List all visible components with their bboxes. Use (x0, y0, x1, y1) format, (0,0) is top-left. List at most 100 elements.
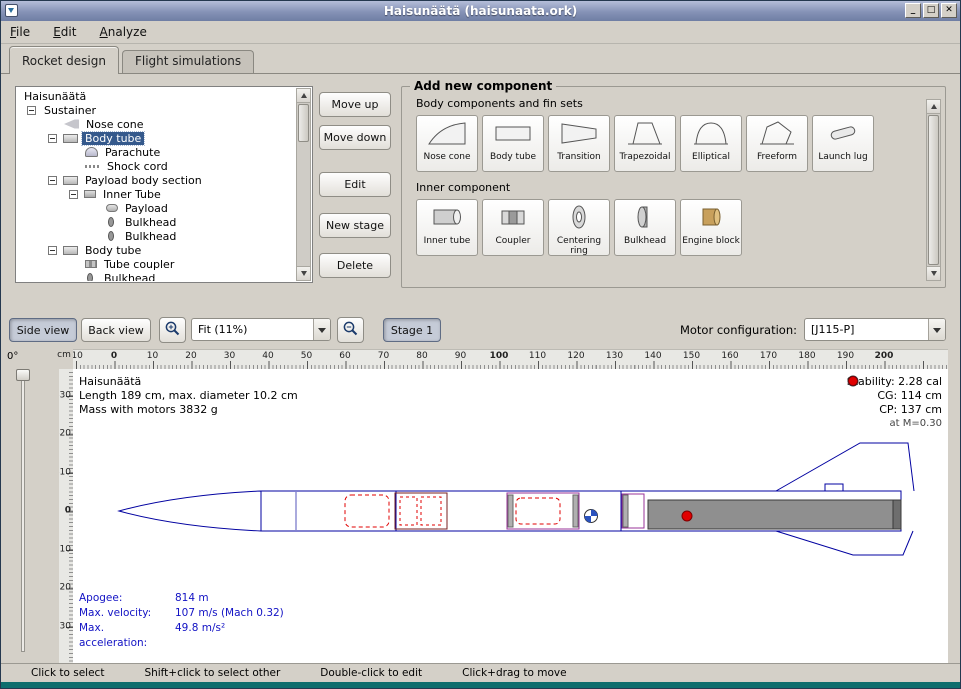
tree-item[interactable]: Tube coupler (17, 257, 296, 271)
delete-button[interactable]: Delete (319, 253, 391, 278)
performance-label: Apogee: (79, 591, 175, 606)
tree-item[interactable]: Bulkhead (17, 215, 296, 229)
inner-tube-button[interactable]: Inner tube (416, 199, 478, 256)
rotation-slider-handle[interactable] (16, 369, 30, 381)
rocket-view[interactable]: Haisunäätä Length 189 cm, max. diameter … (73, 369, 948, 663)
tree-item[interactable]: Payload body section (17, 173, 296, 187)
close-button[interactable]: ✕ (941, 3, 957, 18)
window-title: Haisunäätä (haisunaata.ork) (1, 1, 960, 21)
nose-cone-icon (64, 119, 79, 129)
window-bottom-edge (1, 682, 960, 689)
zoom-select[interactable]: Fit (11%) (191, 318, 331, 341)
mach-condition: at M=0.30 (847, 417, 942, 431)
menu-item[interactable]: Analyze (91, 21, 156, 43)
tree-item-label: Parachute (102, 146, 163, 159)
component-tree-panel: Haisunäätä Sustainer Nose cone (15, 86, 313, 283)
centering-ring-icon (559, 202, 599, 236)
chevron-down-icon[interactable] (928, 319, 945, 340)
expand-toggle-icon[interactable] (69, 190, 78, 199)
performance-row: Max. acceleration: 49.8 m/s² (79, 621, 284, 651)
scrollbar-thumb[interactable] (928, 115, 939, 265)
nose-cone-button[interactable]: Nose cone (416, 115, 478, 172)
motor-configuration-select[interactable]: [J115-P] (804, 318, 946, 341)
performance-label: Max. acceleration: (79, 621, 175, 651)
performance-value: 107 m/s (Mach 0.32) (175, 606, 284, 621)
rotation-slider[interactable] (21, 371, 25, 652)
stability-value: Stability: 2.28 cal (847, 375, 942, 389)
expand-toggle-icon[interactable] (48, 134, 57, 143)
expand-toggle-icon[interactable] (27, 106, 36, 115)
maximize-button[interactable]: □ (923, 3, 939, 18)
tree-item[interactable]: Body tube (17, 131, 296, 145)
tree-item-label: Tube coupler (101, 258, 177, 271)
app-window: Haisunäätä (haisunaata.ork) _ □ ✕ File E… (0, 0, 961, 689)
launch-lug-button[interactable]: Launch lug (812, 115, 874, 172)
transition-button[interactable]: Transition (548, 115, 610, 172)
rocket-info: Haisunäätä Length 189 cm, max. diameter … (79, 375, 298, 417)
tree-item[interactable]: Body tube (17, 243, 296, 257)
tree-item[interactable]: Inner Tube (17, 187, 296, 201)
tree-scrollbar[interactable] (296, 88, 311, 281)
bulkhead-button[interactable]: Bulkhead (614, 199, 676, 256)
scroll-up-icon[interactable] (297, 89, 310, 103)
zoom-out-button[interactable] (337, 317, 364, 343)
scroll-up-icon[interactable] (927, 100, 940, 114)
side-view-button[interactable]: Side view (9, 318, 77, 342)
parachute-icon (85, 147, 98, 157)
tree-item-label: Sustainer (41, 104, 99, 117)
tree-item-label: Nose cone (83, 118, 146, 131)
component-panel-scrollbar[interactable] (926, 99, 941, 281)
menu-item-label: File (10, 25, 30, 39)
rotation-value: 0° (7, 351, 18, 362)
scroll-down-icon[interactable] (297, 266, 310, 280)
menu-bar: File Edit Analyze (1, 21, 960, 44)
ruler-mark: 10 (147, 351, 158, 361)
component-tree[interactable]: Haisunäätä Sustainer Nose cone (17, 89, 296, 281)
coupler-button[interactable]: Coupler (482, 199, 544, 256)
tree-item[interactable]: Haisunäätä (17, 89, 296, 103)
menu-item[interactable]: Edit (44, 21, 85, 43)
ruler-mark: 20 (60, 583, 71, 593)
title-bar[interactable]: Haisunäätä (haisunaata.ork) _ □ ✕ (1, 1, 960, 21)
scroll-down-icon[interactable] (927, 266, 940, 280)
ruler-mark: -10 (73, 351, 83, 361)
menu-item-label: Analyze (100, 25, 147, 39)
body-tube-button[interactable]: Body tube (482, 115, 544, 172)
minimize-button[interactable]: _ (905, 3, 921, 18)
body-tube-icon (493, 118, 533, 152)
tree-item[interactable]: Nose cone (17, 117, 296, 131)
elliptical-fin-button[interactable]: Elliptical (680, 115, 742, 172)
tree-item[interactable]: Parachute (17, 145, 296, 159)
body-component-row: Nose cone Body tube Transition Trapezoid… (416, 115, 945, 172)
menu-item-label: Edit (53, 25, 76, 39)
tree-item[interactable]: Shock cord (17, 159, 296, 173)
bulkhead-icon (108, 231, 114, 241)
scrollbar-thumb[interactable] (298, 104, 309, 142)
engine-block-button[interactable]: Engine block (680, 199, 742, 256)
zoom-in-button[interactable] (159, 317, 186, 343)
tab[interactable]: Rocket design (9, 46, 119, 74)
tree-item[interactable]: Sustainer (17, 103, 296, 117)
edit-button[interactable]: Edit (319, 172, 391, 197)
rocket-dimensions: Length 189 cm, max. diameter 10.2 cm (79, 389, 298, 403)
stage-1-button[interactable]: Stage 1 (383, 318, 441, 342)
back-view-button[interactable]: Back view (81, 318, 151, 342)
tree-item[interactable]: Payload (17, 201, 296, 215)
move-down-button[interactable]: Move down (319, 125, 391, 150)
tab[interactable]: Flight simulations (122, 50, 254, 73)
freeform-fin-button[interactable]: Freeform (746, 115, 808, 172)
status-hint: Click to select (31, 667, 104, 682)
menu-item[interactable]: File (1, 21, 39, 43)
performance-row: Max. velocity: 107 m/s (Mach 0.32) (79, 606, 284, 621)
new-stage-button[interactable]: New stage (319, 213, 391, 238)
tree-item[interactable]: Bulkhead (17, 229, 296, 243)
move-up-button[interactable]: Move up (319, 92, 391, 117)
expand-toggle-icon[interactable] (48, 176, 57, 185)
chevron-down-icon[interactable] (313, 319, 330, 340)
expand-toggle-icon[interactable] (48, 246, 57, 255)
tree-item[interactable]: Bulkhead (17, 271, 296, 281)
centering-ring-button[interactable]: Centering ring (548, 199, 610, 256)
trapezoidal-fin-button[interactable]: Trapezoidal (614, 115, 676, 172)
performance-label: Max. velocity: (79, 606, 175, 621)
tab-label: Flight simulations (135, 54, 241, 68)
